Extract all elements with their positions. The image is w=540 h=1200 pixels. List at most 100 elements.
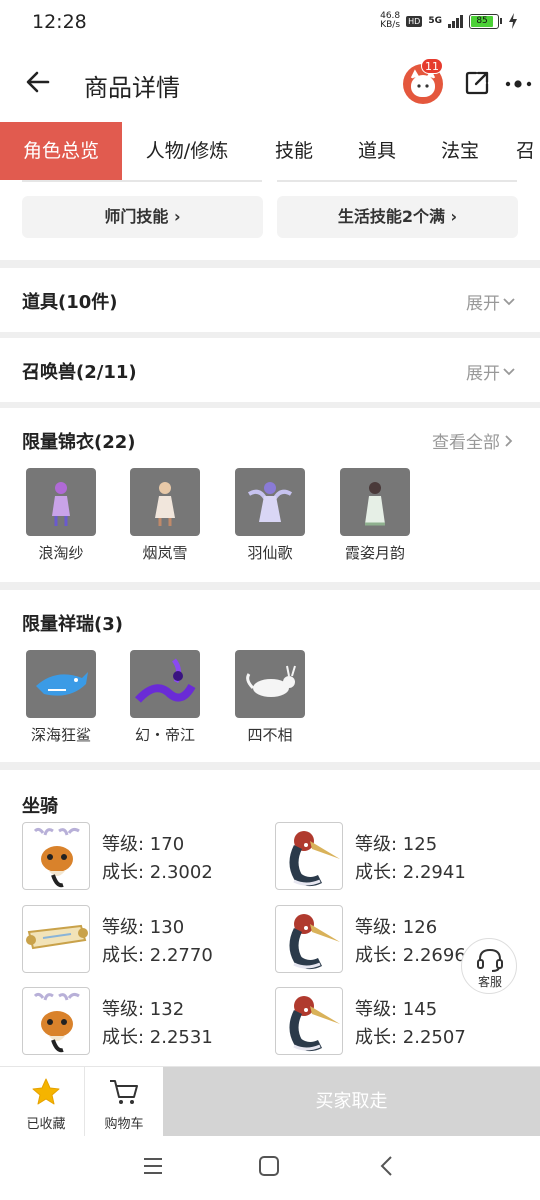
skin-item[interactable]: 浪淘纱 <box>16 468 106 563</box>
status-bar: 12:28 46.8 KB/s HD 5G 85 <box>0 0 540 44</box>
share-icon[interactable] <box>464 70 490 96</box>
skins-title: 限量锦衣(22) <box>22 432 136 453</box>
auspice-name: 深海狂鲨 <box>30 726 91 744</box>
auspice-name: 幻・帝江 <box>134 726 195 744</box>
mounts-title: 坐骑 <box>22 796 58 817</box>
mount-item[interactable]: 等级: 125 成长: 2.2941 <box>275 822 515 894</box>
cart-icon <box>110 1080 138 1104</box>
skin-name: 浪淘纱 <box>38 544 84 562</box>
customer-service-button[interactable]: 客服 <box>461 938 517 994</box>
chevron-right-icon: › <box>444 207 458 226</box>
mounts-section: 坐骑 等级: 170 成长: 2.3002 等级: 125 成长: 2.2941 等级:… <box>0 770 540 1066</box>
tab-character[interactable]: 人物/修炼 <box>128 122 246 180</box>
star-icon <box>32 1078 60 1105</box>
mount-growth: 成长: 2.2770 <box>102 945 213 966</box>
auspice-item[interactable]: 深海狂鲨 <box>16 650 106 745</box>
headset-icon <box>477 948 503 972</box>
notification-badge: 11 <box>421 58 443 74</box>
cart-button[interactable]: 购物车 <box>84 1067 164 1137</box>
mount-level: 等级: 126 <box>355 917 438 938</box>
skin-figure-icon <box>130 468 200 536</box>
skin-item[interactable]: 烟岚雪 <box>120 468 210 563</box>
status-indicators: 46.8 KB/s HD 5G 85 <box>380 12 518 30</box>
auspice-name: 四不相 <box>247 726 293 744</box>
mount-level: 等级: 170 <box>102 834 185 855</box>
crane-icon <box>275 905 343 973</box>
tab-bar: 角色总览 人物/修炼 技能 道具 法宝 召 <box>0 122 540 180</box>
crane-icon <box>275 822 343 890</box>
divider <box>277 180 517 182</box>
skin-item[interactable]: 霞姿月韵 <box>330 468 420 563</box>
mount-item[interactable]: 等级: 145 成长: 2.2507 <box>275 987 515 1059</box>
chevron-right-icon: › <box>168 207 181 226</box>
tab-overview[interactable]: 角色总览 <box>0 122 122 180</box>
favorite-button[interactable]: 已收藏 <box>6 1067 86 1137</box>
back-icon[interactable] <box>378 1155 394 1177</box>
limited-skins-section: 限量锦衣(22) 查看全部 浪淘纱 烟岚雪 羽仙歌 霞姿月韵 <box>0 408 540 582</box>
pets-expand-button[interactable]: 展开 <box>466 359 516 384</box>
network-type: 5G <box>428 16 442 26</box>
auspice-title: 限量祥瑞(3) <box>22 614 123 635</box>
divider <box>22 180 262 182</box>
mount-growth: 成长: 2.2696 <box>355 945 466 966</box>
skin-name: 霞姿月韵 <box>344 544 405 562</box>
school-skill-button[interactable]: 师门技能 › <box>22 196 263 238</box>
mount-growth: 成长: 2.2531 <box>102 1027 213 1048</box>
buy-button[interactable]: 买家取走 <box>163 1067 540 1137</box>
more-icon[interactable] <box>505 80 535 88</box>
life-skill-button[interactable]: 生活技能2个满 › <box>277 196 518 238</box>
deer-icon <box>22 822 90 890</box>
chevron-down-icon <box>503 367 515 375</box>
battery-icon: 85 <box>469 13 502 29</box>
tab-summon[interactable]: 召 <box>516 122 540 180</box>
mount-level: 等级: 145 <box>355 999 438 1020</box>
deer-icon <box>22 987 90 1055</box>
items-title: 道具(10件) <box>22 292 118 313</box>
chevron-down-icon <box>503 297 515 305</box>
mount-level: 等级: 130 <box>102 917 185 938</box>
tab-skills[interactable]: 技能 <box>262 122 326 180</box>
tab-items[interactable]: 道具 <box>345 122 409 180</box>
chevron-right-icon <box>505 434 513 447</box>
cart-label: 购物车 <box>104 1117 144 1132</box>
skin-item[interactable]: 羽仙歌 <box>225 468 315 563</box>
app-header: 商品详情 11 <box>0 44 540 122</box>
items-section[interactable]: 道具(10件) 展开 <box>0 268 540 332</box>
system-nav-bar <box>0 1136 540 1200</box>
mount-growth: 成长: 2.2941 <box>355 862 466 883</box>
signal-icon <box>448 14 463 28</box>
skin-name: 烟岚雪 <box>142 544 188 562</box>
skin-figure-icon <box>235 468 305 536</box>
limited-auspice-section: 限量祥瑞(3) 深海狂鲨 幻・帝江 四不相 <box>0 590 540 762</box>
back-arrow-icon[interactable] <box>22 66 54 98</box>
customer-service-label: 客服 <box>477 975 502 989</box>
dijiang-icon <box>130 650 200 718</box>
mount-item[interactable]: 等级: 130 成长: 2.2770 <box>22 905 262 977</box>
skin-name: 羽仙歌 <box>247 544 293 562</box>
mount-item[interactable]: 等级: 132 成长: 2.2531 <box>22 987 262 1059</box>
mount-level: 等级: 132 <box>102 999 185 1020</box>
page-title: 商品详情 <box>84 74 180 102</box>
auspice-item[interactable]: 幻・帝江 <box>120 650 210 745</box>
crane-icon <box>275 987 343 1055</box>
home-icon[interactable] <box>258 1155 280 1177</box>
pets-title: 召唤兽(2/11) <box>22 362 137 383</box>
network-speed: 46.8 KB/s <box>380 11 401 30</box>
menu-icon[interactable] <box>142 1156 164 1176</box>
pets-section[interactable]: 召唤兽(2/11) 展开 <box>0 338 540 402</box>
view-all-skins-button[interactable]: 查看全部 <box>432 428 516 453</box>
skills-section: 师门技能 › 生活技能2个满 › <box>0 180 540 260</box>
auspice-item[interactable]: 四不相 <box>225 650 315 745</box>
status-time: 12:28 <box>32 11 87 33</box>
tab-treasure[interactable]: 法宝 <box>428 122 492 180</box>
hd-icon: HD <box>406 15 423 27</box>
mount-growth: 成长: 2.3002 <box>102 862 213 883</box>
scroll-icon <box>22 905 90 973</box>
skin-figure-icon <box>340 468 410 536</box>
mount-growth: 成长: 2.2507 <box>355 1027 466 1048</box>
items-expand-button[interactable]: 展开 <box>466 289 516 314</box>
battery-level: 85 <box>471 15 494 27</box>
skin-figure-icon <box>26 468 96 536</box>
mount-item[interactable]: 等级: 170 成长: 2.3002 <box>22 822 262 894</box>
charging-icon <box>509 13 517 29</box>
